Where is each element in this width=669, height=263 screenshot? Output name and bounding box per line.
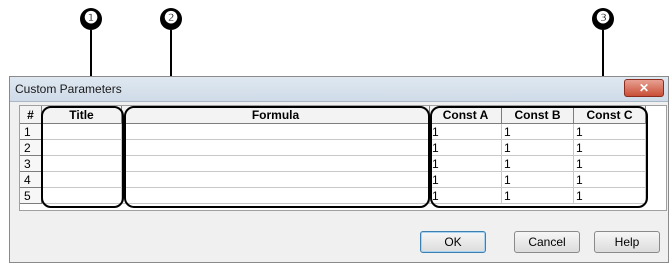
title-cell[interactable] bbox=[42, 172, 122, 188]
title-cell[interactable] bbox=[42, 188, 122, 204]
column-header-const-c[interactable]: Const C bbox=[574, 106, 646, 124]
cancel-button[interactable]: Cancel bbox=[514, 231, 580, 253]
formula-cell[interactable] bbox=[122, 156, 430, 172]
const-c-cell[interactable]: 1 bbox=[574, 140, 646, 156]
title-cell[interactable] bbox=[42, 156, 122, 172]
const-c-cell[interactable]: 1 bbox=[574, 188, 646, 204]
title-bar: Custom Parameters ✕ bbox=[10, 77, 668, 102]
close-button[interactable]: ✕ bbox=[624, 79, 664, 97]
const-a-cell[interactable]: 1 bbox=[430, 172, 502, 188]
row-number: 5 bbox=[20, 188, 42, 204]
row-number: 4 bbox=[20, 172, 42, 188]
formula-cell[interactable] bbox=[122, 124, 430, 140]
const-a-cell[interactable]: 1 bbox=[430, 156, 502, 172]
title-cell[interactable] bbox=[42, 140, 122, 156]
const-b-cell[interactable]: 1 bbox=[502, 172, 574, 188]
dialog-title: Custom Parameters bbox=[15, 82, 122, 96]
const-b-cell[interactable]: 1 bbox=[502, 156, 574, 172]
const-c-cell[interactable]: 1 bbox=[574, 172, 646, 188]
const-b-cell[interactable]: 1 bbox=[502, 188, 574, 204]
column-header-const-a[interactable]: Const A bbox=[430, 106, 502, 124]
parameters-grid: # Title Formula Const A Const B Const C … bbox=[19, 105, 667, 211]
formula-cell[interactable] bbox=[122, 140, 430, 156]
column-header-title[interactable]: Title bbox=[42, 106, 122, 124]
callout-3-marker: ❸ bbox=[592, 8, 614, 30]
help-button[interactable]: Help bbox=[594, 231, 660, 253]
callout-2-marker: ❷ bbox=[160, 8, 182, 30]
custom-parameters-dialog: Custom Parameters ✕ # Title Formula Cons… bbox=[9, 76, 669, 263]
const-c-cell[interactable]: 1 bbox=[574, 156, 646, 172]
row-number: 3 bbox=[20, 156, 42, 172]
const-a-cell[interactable]: 1 bbox=[430, 188, 502, 204]
title-cell[interactable] bbox=[42, 124, 122, 140]
column-header-formula[interactable]: Formula bbox=[122, 106, 430, 124]
column-header-const-b[interactable]: Const B bbox=[502, 106, 574, 124]
const-c-cell[interactable]: 1 bbox=[574, 124, 646, 140]
const-a-cell[interactable]: 1 bbox=[430, 140, 502, 156]
formula-cell[interactable] bbox=[122, 188, 430, 204]
const-a-cell[interactable]: 1 bbox=[430, 124, 502, 140]
const-b-cell[interactable]: 1 bbox=[502, 140, 574, 156]
callout-1-marker: ❶ bbox=[80, 8, 102, 30]
column-header-number: # bbox=[20, 106, 42, 124]
row-number: 1 bbox=[20, 124, 42, 140]
close-icon: ✕ bbox=[638, 81, 650, 95]
ok-button[interactable]: OK bbox=[420, 231, 486, 253]
row-number: 2 bbox=[20, 140, 42, 156]
formula-cell[interactable] bbox=[122, 172, 430, 188]
const-b-cell[interactable]: 1 bbox=[502, 124, 574, 140]
